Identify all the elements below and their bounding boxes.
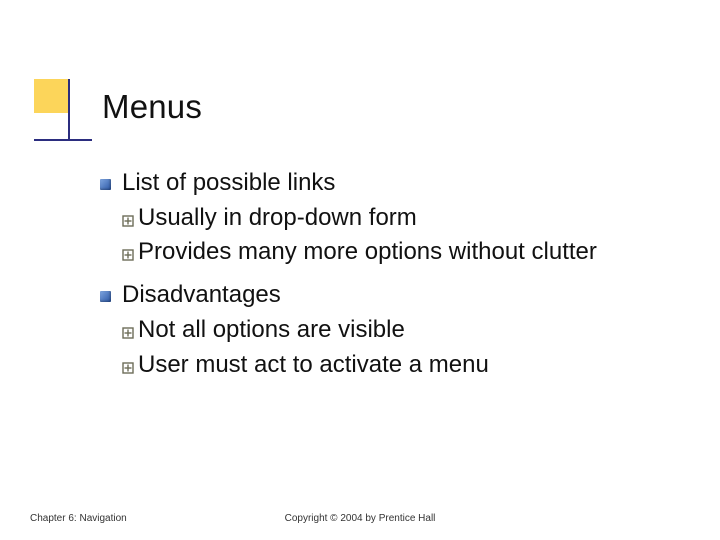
plus-bullet-icon [122, 327, 136, 339]
deco-horizontal-line [34, 139, 92, 141]
sub-bullet-group: Not all options are visible User must ac… [100, 315, 680, 380]
bullet-level2: Provides many more options without clutt… [122, 237, 680, 268]
bullet-text: Not all options are visible [138, 315, 405, 346]
bullet-level1: Disadvantages [100, 280, 680, 311]
title-decoration [34, 79, 90, 139]
bullet-level2: User must act to activate a menu [122, 350, 680, 381]
bullet-text: Provides many more options without clutt… [138, 237, 597, 268]
diamond-bullet-icon [100, 291, 112, 303]
sub-bullet-group: Usually in drop-down form Provides many … [100, 203, 680, 268]
diamond-bullet-icon [100, 179, 112, 191]
slide-body: List of possible links Usually in drop-d… [100, 168, 680, 380]
bullet-text: List of possible links [122, 168, 335, 199]
bullet-level2: Not all options are visible [122, 315, 680, 346]
slide: Menus List of possible links Usually in … [0, 0, 720, 540]
bullet-text: Disadvantages [122, 280, 281, 311]
deco-vertical-line [68, 79, 70, 141]
slide-title: Menus [102, 88, 202, 126]
plus-bullet-icon [122, 362, 136, 374]
footer-copyright: Copyright © 2004 by Prentice Hall [0, 513, 720, 524]
bullet-text: User must act to activate a menu [138, 350, 489, 381]
deco-square [34, 79, 68, 113]
plus-bullet-icon [122, 215, 136, 227]
bullet-level2: Usually in drop-down form [122, 203, 680, 234]
bullet-level1: List of possible links [100, 168, 680, 199]
plus-bullet-icon [122, 249, 136, 261]
bullet-text: Usually in drop-down form [138, 203, 417, 234]
